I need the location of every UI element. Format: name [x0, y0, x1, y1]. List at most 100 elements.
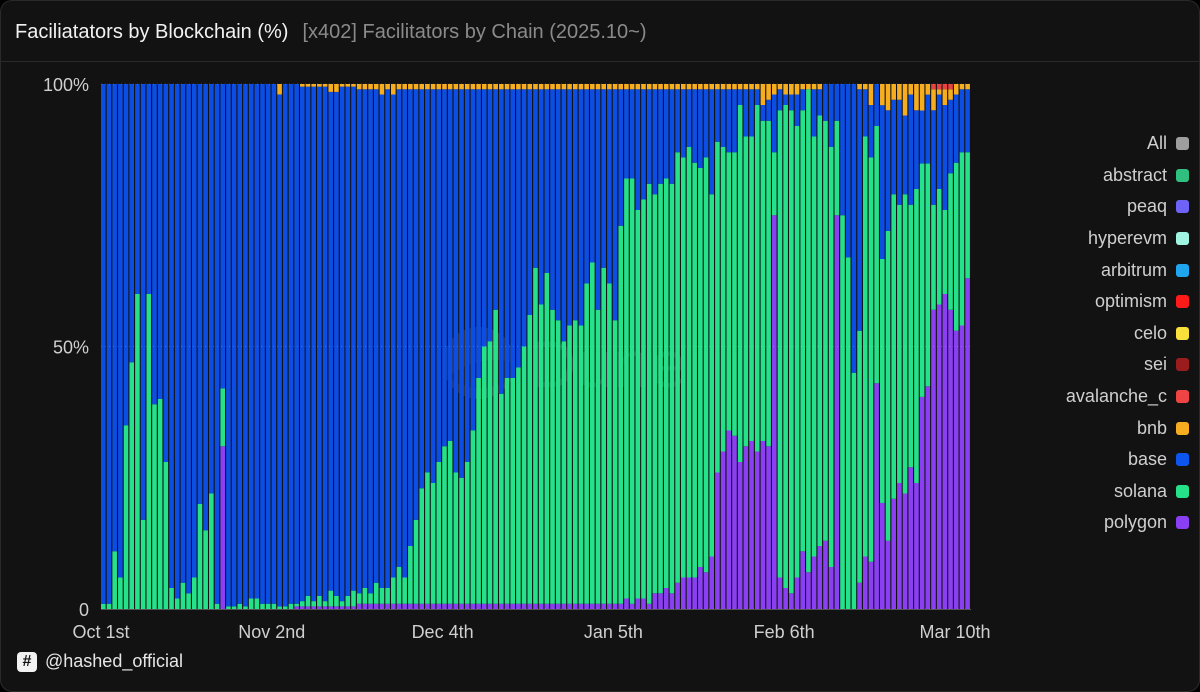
bar-polygon: [624, 598, 629, 609]
legend-item-arbitrum[interactable]: arbitrum: [1011, 254, 1189, 286]
bar-solana: [413, 519, 419, 604]
bar-bnb: [789, 84, 794, 95]
bar-solana: [169, 588, 174, 609]
bar-solana: [305, 595, 311, 607]
bar-bnb: [908, 84, 914, 95]
bar-bnb: [413, 84, 419, 90]
legend-swatch: [1176, 453, 1189, 467]
legend-item-bnb[interactable]: bnb: [1011, 412, 1189, 444]
bar-polygon: [487, 603, 493, 609]
bar-base: [817, 89, 823, 116]
legend-label: polygon: [1103, 512, 1167, 533]
bar-solana: [351, 590, 356, 607]
bar-solana: [595, 309, 601, 604]
bar-base: [351, 86, 356, 591]
legend-item-celo[interactable]: celo: [1011, 318, 1189, 350]
bar-base: [265, 84, 271, 604]
bar-polygon: [652, 593, 658, 609]
bar-solana: [550, 309, 555, 604]
bar-base: [584, 89, 589, 284]
bar-base: [601, 89, 606, 268]
bar-solana: [408, 546, 413, 604]
bar-polygon: [476, 603, 481, 609]
hash-icon: #: [17, 651, 37, 672]
bar-base: [277, 94, 282, 607]
bar-polygon: [510, 603, 515, 609]
legend-item-base[interactable]: base: [1011, 444, 1189, 476]
bar-bnb: [732, 84, 737, 90]
bar-polygon: [334, 606, 339, 610]
bar-polygon: [902, 493, 908, 609]
bar-bnb: [862, 84, 868, 90]
bar-polygon: [703, 572, 709, 609]
bar-base: [726, 89, 732, 153]
bar-polygon: [783, 588, 788, 609]
bar-bnb: [516, 84, 521, 90]
bar-bnb: [510, 84, 515, 90]
bar-polygon: [362, 603, 368, 609]
legend-item-abstract[interactable]: abstract: [1011, 160, 1189, 192]
bar-polygon: [391, 603, 396, 609]
bar-bnb: [965, 84, 970, 90]
legend-swatch: [1176, 390, 1189, 404]
bar-base: [368, 89, 373, 594]
bar-bnb: [470, 84, 476, 90]
bar-solana: [834, 120, 840, 216]
legend-item-hyperevm[interactable]: hyperevm: [1011, 223, 1189, 255]
legend-item-optimism[interactable]: optimism: [1011, 286, 1189, 318]
legend-item-all[interactable]: All: [1011, 128, 1189, 160]
bar-polygon: [595, 603, 601, 609]
bar-solana: [743, 136, 749, 447]
legend-item-polygon[interactable]: polygon: [1011, 507, 1189, 539]
bar-base: [550, 89, 555, 310]
bar-polygon: [527, 603, 533, 609]
bar-solana: [675, 152, 680, 583]
bar-base: [828, 84, 834, 147]
bar-polygon: [897, 483, 902, 609]
bar-solana: [140, 519, 146, 609]
bar-base: [123, 84, 129, 426]
bar-bnb: [681, 84, 686, 90]
legend-item-peaq[interactable]: peaq: [1011, 191, 1189, 223]
bar-solana: [658, 183, 663, 594]
bar-bnb: [652, 84, 658, 90]
y-tick-label: 100%: [43, 75, 89, 95]
bar-base: [294, 84, 299, 604]
bar-polygon: [965, 278, 970, 609]
bar-solana: [641, 199, 646, 599]
bar-polygon: [516, 603, 521, 609]
bar-base: [840, 84, 845, 216]
bar-solana: [663, 178, 669, 588]
bar-polygon: [760, 441, 766, 609]
bar-avalanche_c: [931, 84, 936, 90]
bar-bnb: [868, 84, 874, 105]
bar-solana: [885, 231, 891, 541]
legend-label: bnb: [1136, 417, 1167, 438]
bar-polygon: [635, 598, 641, 609]
bar-bnb: [800, 84, 805, 90]
bar-base: [510, 89, 515, 378]
legend-label: arbitrum: [1100, 259, 1167, 280]
bar-bnb: [948, 89, 953, 100]
bar-solana: [237, 603, 243, 609]
bar-bnb: [686, 84, 692, 90]
legend-swatch: [1176, 358, 1189, 372]
legend-swatch: [1176, 326, 1189, 340]
bar-polygon: [669, 593, 675, 609]
bar-polygon: [561, 603, 567, 609]
bar-bnb: [595, 84, 601, 90]
legend-item-avalanche-c[interactable]: avalanche_c: [1011, 381, 1189, 413]
bar-base: [561, 89, 567, 342]
bar-bnb: [760, 84, 766, 105]
legend-item-solana[interactable]: solana: [1011, 476, 1189, 508]
bar-solana: [527, 315, 533, 604]
bar-bnb: [618, 84, 624, 90]
bar-solana: [902, 194, 908, 494]
bar-solana: [203, 530, 208, 609]
bar-base: [800, 89, 805, 111]
legend-label: sei: [1143, 354, 1167, 375]
x-axis: Oct 1st Nov 2nd Dec 4th Jan 5th Feb 6th Mar 1…: [72, 609, 991, 642]
bar-base: [481, 89, 487, 347]
bar-solana: [806, 89, 811, 573]
legend-item-sei[interactable]: sei: [1011, 349, 1189, 381]
